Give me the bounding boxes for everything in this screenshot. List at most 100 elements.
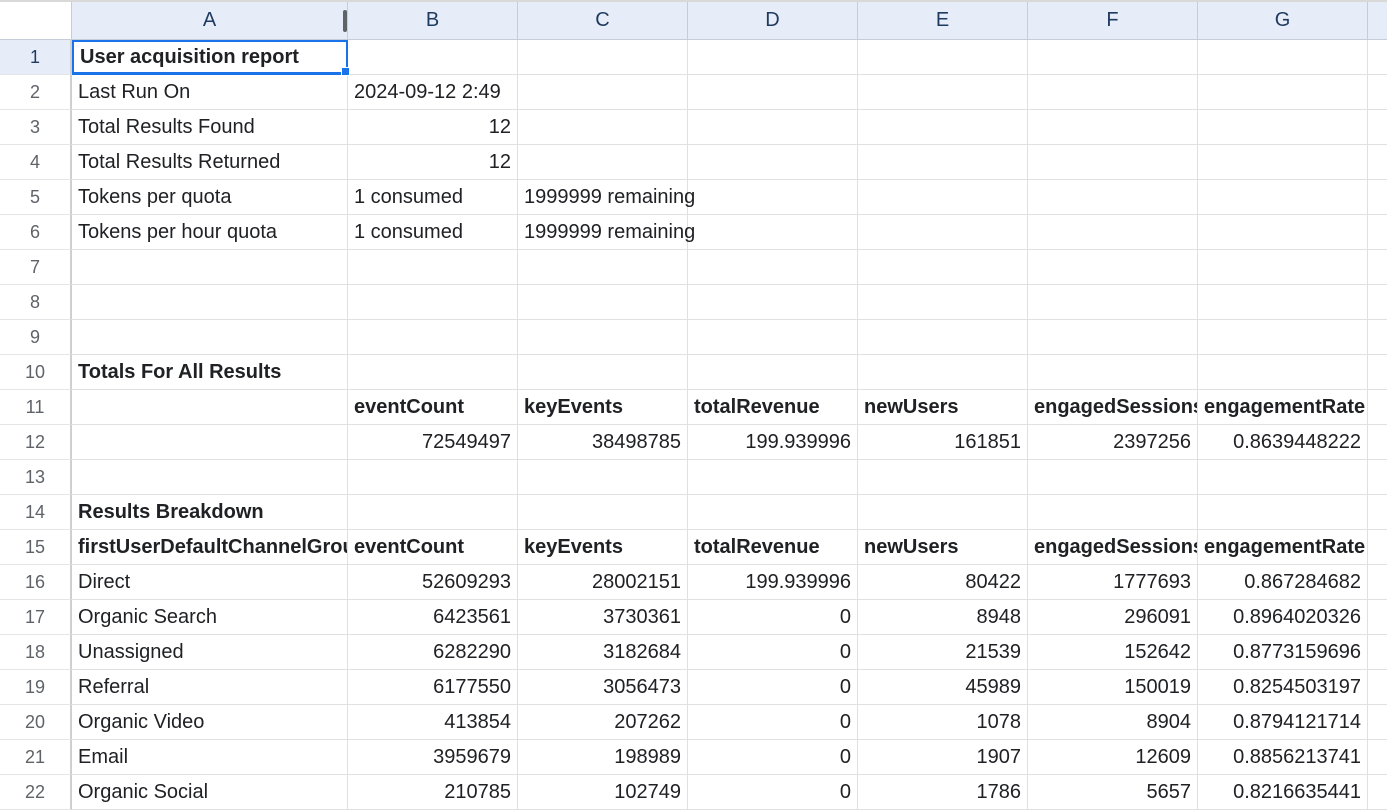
cell-r3-c2[interactable]: 12 bbox=[348, 110, 518, 145]
col-header-D[interactable]: D bbox=[688, 2, 858, 40]
row-header-16[interactable]: 16 bbox=[0, 565, 72, 600]
row-header-3[interactable]: 3 bbox=[0, 110, 72, 145]
cell-r17-c8[interactable] bbox=[1368, 600, 1387, 635]
row-header-20[interactable]: 20 bbox=[0, 705, 72, 740]
cell-r8-c5[interactable] bbox=[858, 285, 1028, 320]
cell-r22-c4[interactable]: 0 bbox=[688, 775, 858, 810]
cell-r11-c3[interactable]: keyEvents bbox=[518, 390, 688, 425]
cell-r20-c6[interactable]: 8904 bbox=[1028, 705, 1198, 740]
cell-r20-c1[interactable]: Organic Video bbox=[72, 705, 348, 740]
cell-r16-c7[interactable]: 0.867284682 bbox=[1198, 565, 1368, 600]
cell-r22-c6[interactable]: 5657 bbox=[1028, 775, 1198, 810]
col-header-A[interactable]: A bbox=[72, 2, 348, 40]
cell-r15-c6[interactable]: engagedSessions bbox=[1028, 530, 1198, 565]
cell-r1-c8[interactable] bbox=[1368, 40, 1387, 75]
cell-r12-c6[interactable]: 2397256 bbox=[1028, 425, 1198, 460]
cell-r21-c1[interactable]: Email bbox=[72, 740, 348, 775]
cell-r19-c5[interactable]: 45989 bbox=[858, 670, 1028, 705]
row-header-1[interactable]: 1 bbox=[0, 40, 72, 75]
cell-r13-c8[interactable] bbox=[1368, 460, 1387, 495]
row-header-4[interactable]: 4 bbox=[0, 145, 72, 180]
cell-r13-c3[interactable] bbox=[518, 460, 688, 495]
cell-r6-c6[interactable] bbox=[1028, 215, 1198, 250]
row-header-5[interactable]: 5 bbox=[0, 180, 72, 215]
cell-r8-c2[interactable] bbox=[348, 285, 518, 320]
cell-r2-c6[interactable] bbox=[1028, 75, 1198, 110]
cell-r16-c5[interactable]: 80422 bbox=[858, 565, 1028, 600]
cell-r4-c3[interactable] bbox=[518, 145, 688, 180]
cell-r17-c2[interactable]: 6423561 bbox=[348, 600, 518, 635]
cell-r14-c4[interactable] bbox=[688, 495, 858, 530]
cell-r17-c3[interactable]: 3730361 bbox=[518, 600, 688, 635]
cell-r21-c5[interactable]: 1907 bbox=[858, 740, 1028, 775]
cell-r22-c5[interactable]: 1786 bbox=[858, 775, 1028, 810]
col-header-C[interactable]: C bbox=[518, 2, 688, 40]
cell-r18-c3[interactable]: 3182684 bbox=[518, 635, 688, 670]
cell-r9-c3[interactable] bbox=[518, 320, 688, 355]
cell-r20-c7[interactable]: 0.8794121714 bbox=[1198, 705, 1368, 740]
cell-r19-c6[interactable]: 150019 bbox=[1028, 670, 1198, 705]
cell-r7-c1[interactable] bbox=[72, 250, 348, 285]
cell-r1-c2[interactable] bbox=[348, 40, 518, 75]
cell-r19-c8[interactable] bbox=[1368, 670, 1387, 705]
cell-r6-c8[interactable] bbox=[1368, 215, 1387, 250]
cell-r18-c8[interactable] bbox=[1368, 635, 1387, 670]
row-header-19[interactable]: 19 bbox=[0, 670, 72, 705]
cell-r15-c1[interactable]: firstUserDefaultChannelGroup bbox=[72, 530, 348, 565]
cell-r12-c5[interactable]: 161851 bbox=[858, 425, 1028, 460]
cell-r21-c6[interactable]: 12609 bbox=[1028, 740, 1198, 775]
cell-r15-c8[interactable] bbox=[1368, 530, 1387, 565]
cell-r12-c4[interactable]: 199.939996 bbox=[688, 425, 858, 460]
cell-r22-c3[interactable]: 102749 bbox=[518, 775, 688, 810]
row-header-14[interactable]: 14 bbox=[0, 495, 72, 530]
cell-r14-c2[interactable] bbox=[348, 495, 518, 530]
cell-r21-c8[interactable] bbox=[1368, 740, 1387, 775]
cell-r3-c5[interactable] bbox=[858, 110, 1028, 145]
cell-r6-c4[interactable] bbox=[688, 215, 858, 250]
cell-r10-c7[interactable] bbox=[1198, 355, 1368, 390]
cell-r11-c4[interactable]: totalRevenue bbox=[688, 390, 858, 425]
cell-r9-c8[interactable] bbox=[1368, 320, 1387, 355]
cell-r11-c7[interactable]: engagementRate bbox=[1198, 390, 1368, 425]
cell-r10-c6[interactable] bbox=[1028, 355, 1198, 390]
cell-r22-c8[interactable] bbox=[1368, 775, 1387, 810]
cell-r8-c7[interactable] bbox=[1198, 285, 1368, 320]
cell-r14-c5[interactable] bbox=[858, 495, 1028, 530]
cell-r7-c2[interactable] bbox=[348, 250, 518, 285]
cell-r21-c3[interactable]: 198989 bbox=[518, 740, 688, 775]
cell-r16-c8[interactable] bbox=[1368, 565, 1387, 600]
cell-r4-c8[interactable] bbox=[1368, 145, 1387, 180]
row-header-22[interactable]: 22 bbox=[0, 775, 72, 810]
cell-r3-c1[interactable]: Total Results Found bbox=[72, 110, 348, 145]
cell-r16-c1[interactable]: Direct bbox=[72, 565, 348, 600]
cell-r16-c2[interactable]: 52609293 bbox=[348, 565, 518, 600]
cell-r7-c7[interactable] bbox=[1198, 250, 1368, 285]
cell-r1-c1[interactable]: User acquisition report bbox=[72, 40, 348, 75]
cell-r7-c6[interactable] bbox=[1028, 250, 1198, 285]
col-header-B[interactable]: B bbox=[348, 2, 518, 40]
row-header-21[interactable]: 21 bbox=[0, 740, 72, 775]
cell-r5-c4[interactable] bbox=[688, 180, 858, 215]
cell-r5-c7[interactable] bbox=[1198, 180, 1368, 215]
row-header-18[interactable]: 18 bbox=[0, 635, 72, 670]
cell-r16-c3[interactable]: 28002151 bbox=[518, 565, 688, 600]
cell-r19-c2[interactable]: 6177550 bbox=[348, 670, 518, 705]
cell-r8-c6[interactable] bbox=[1028, 285, 1198, 320]
row-header-13[interactable]: 13 bbox=[0, 460, 72, 495]
cell-r9-c2[interactable] bbox=[348, 320, 518, 355]
cell-r13-c5[interactable] bbox=[858, 460, 1028, 495]
row-header-17[interactable]: 17 bbox=[0, 600, 72, 635]
cell-r7-c8[interactable] bbox=[1368, 250, 1387, 285]
cell-r10-c4[interactable] bbox=[688, 355, 858, 390]
cell-r15-c5[interactable]: newUsers bbox=[858, 530, 1028, 565]
cell-r18-c7[interactable]: 0.8773159696 bbox=[1198, 635, 1368, 670]
cell-r7-c5[interactable] bbox=[858, 250, 1028, 285]
col-header-F[interactable]: F bbox=[1028, 2, 1198, 40]
cell-r12-c7[interactable]: 0.8639448222 bbox=[1198, 425, 1368, 460]
cell-r18-c4[interactable]: 0 bbox=[688, 635, 858, 670]
cell-r2-c5[interactable] bbox=[858, 75, 1028, 110]
cell-r15-c3[interactable]: keyEvents bbox=[518, 530, 688, 565]
cell-r10-c8[interactable] bbox=[1368, 355, 1387, 390]
cell-r9-c6[interactable] bbox=[1028, 320, 1198, 355]
cell-r5-c2[interactable]: 1 consumed bbox=[348, 180, 518, 215]
